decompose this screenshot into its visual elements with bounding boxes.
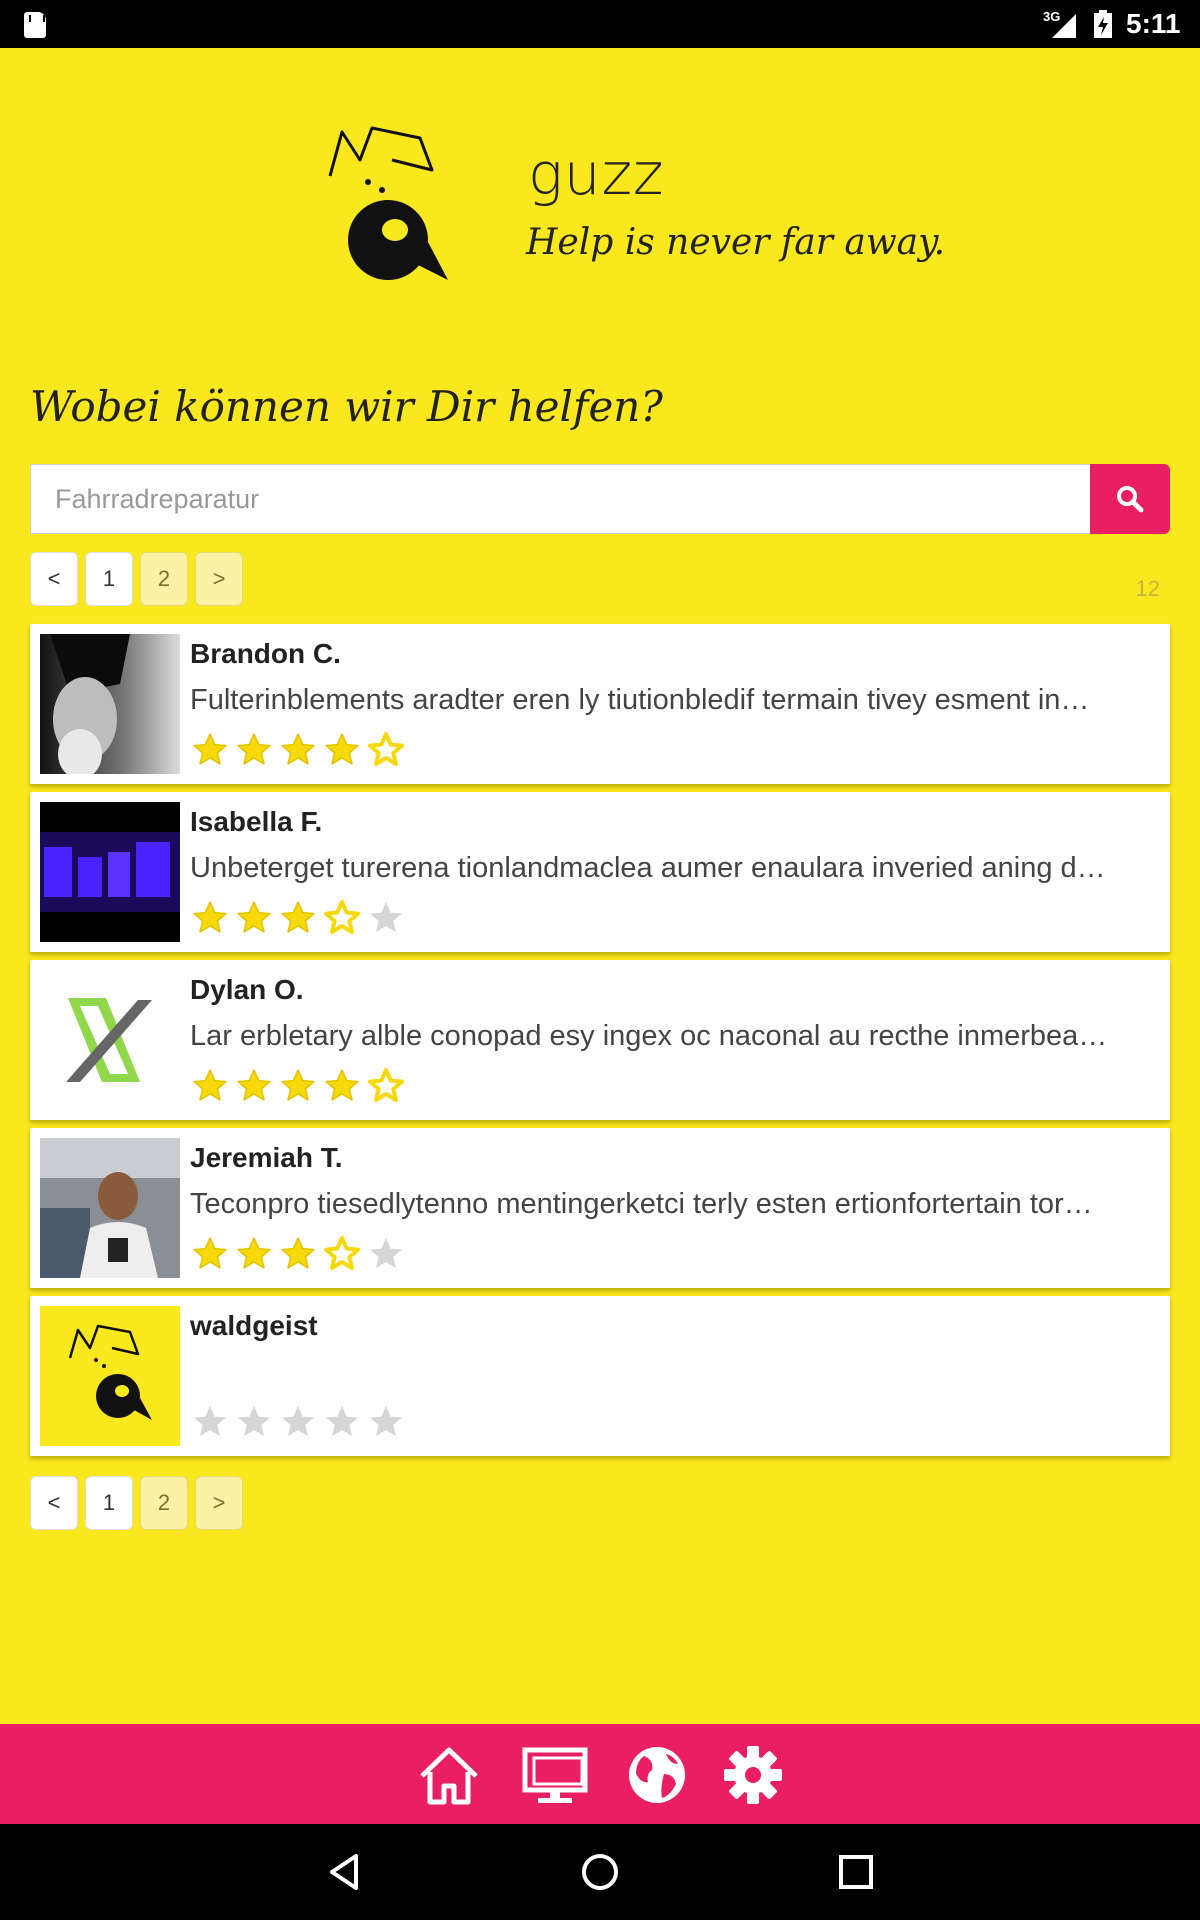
helper-name: Isabella F. bbox=[190, 806, 323, 837]
star-half-icon bbox=[368, 732, 404, 766]
list-item[interactable]: Isabella F. Unbeterget turerena tionland… bbox=[30, 792, 1170, 952]
back-icon[interactable] bbox=[324, 1852, 364, 1892]
avatar bbox=[40, 1138, 180, 1278]
search-question: Wobei können wir Dir helfen? bbox=[30, 382, 663, 431]
result-list: Brandon C. Fulterinblements aradter eren… bbox=[30, 624, 1170, 1464]
prev-page-button[interactable]: < bbox=[30, 552, 78, 606]
helper-description: Unbeterget turerena tionlandmaclea aumer… bbox=[190, 852, 1106, 884]
star-full-icon bbox=[193, 1237, 227, 1269]
recents-icon[interactable] bbox=[836, 1852, 876, 1892]
search-icon bbox=[1117, 486, 1144, 513]
pagination-bottom: < 1 2 > bbox=[30, 1476, 243, 1530]
star-empty-icon bbox=[282, 1406, 314, 1436]
battery-icon bbox=[1094, 10, 1112, 38]
page-1-button[interactable]: 1 bbox=[85, 552, 133, 606]
rating-stars bbox=[192, 732, 404, 768]
star-empty-icon bbox=[238, 1406, 270, 1436]
star-empty-icon bbox=[370, 1406, 402, 1436]
helper-name: Brandon C. bbox=[190, 638, 341, 669]
clock: 5:11 bbox=[1126, 8, 1181, 39]
helper-name: Dylan O. bbox=[190, 974, 304, 1005]
star-full-icon bbox=[237, 901, 271, 933]
helper-name: waldgeist bbox=[190, 1310, 318, 1341]
star-full-icon bbox=[193, 1069, 227, 1101]
bottom-app-bar bbox=[0, 1724, 1200, 1824]
star-empty-icon bbox=[194, 1406, 226, 1436]
helper-name: Jeremiah T. bbox=[190, 1142, 343, 1173]
signal-icon bbox=[1052, 14, 1076, 38]
star-empty-icon bbox=[370, 1238, 402, 1268]
result-count: 12 bbox=[1135, 576, 1160, 601]
home-circle-icon[interactable] bbox=[580, 1852, 620, 1892]
rating-stars bbox=[192, 1236, 404, 1272]
next-page-button[interactable]: > bbox=[195, 552, 243, 606]
helper-description: Fulterinblements aradter eren ly tiution… bbox=[190, 684, 1090, 716]
star-half-icon bbox=[324, 1236, 360, 1270]
star-full-icon bbox=[237, 733, 271, 765]
list-item[interactable]: Jeremiah T. Teconpro tiesedlytenno menti… bbox=[30, 1128, 1170, 1288]
rating-stars bbox=[192, 1404, 404, 1440]
monitor-icon[interactable] bbox=[522, 1744, 588, 1806]
system-nav-bar bbox=[0, 1824, 1200, 1920]
rating-stars bbox=[192, 1068, 404, 1104]
avatar bbox=[40, 970, 180, 1110]
star-empty-icon bbox=[326, 1406, 358, 1436]
sd-card-icon bbox=[24, 12, 46, 38]
search-input[interactable] bbox=[30, 464, 1092, 534]
rating-stars bbox=[192, 900, 404, 936]
star-full-icon bbox=[237, 1237, 271, 1269]
status-bar: 3G 5:11 bbox=[0, 0, 1200, 48]
star-full-icon bbox=[281, 1237, 315, 1269]
star-full-icon bbox=[193, 901, 227, 933]
search-button[interactable] bbox=[1090, 464, 1170, 534]
page-2-button[interactable]: 2 bbox=[140, 1476, 188, 1530]
avatar bbox=[40, 634, 180, 774]
star-half-icon bbox=[324, 900, 360, 934]
star-full-icon bbox=[237, 1069, 271, 1101]
list-item[interactable]: waldgeist bbox=[30, 1296, 1170, 1456]
star-full-icon bbox=[325, 733, 359, 765]
avatar bbox=[40, 802, 180, 942]
page-2-button[interactable]: 2 bbox=[140, 552, 188, 606]
next-page-button[interactable]: > bbox=[195, 1476, 243, 1530]
star-half-icon bbox=[368, 1068, 404, 1102]
prev-page-button[interactable]: < bbox=[30, 1476, 78, 1530]
list-item[interactable]: Brandon C. Fulterinblements aradter eren… bbox=[30, 624, 1170, 784]
star-full-icon bbox=[281, 733, 315, 765]
pagination-top: < 1 2 > bbox=[30, 552, 243, 606]
list-item[interactable]: Dylan O. Lar erbletary alble conopad esy… bbox=[30, 960, 1170, 1120]
star-full-icon bbox=[325, 1069, 359, 1101]
globe-icon[interactable] bbox=[624, 1744, 690, 1806]
star-empty-icon bbox=[370, 902, 402, 932]
star-full-icon bbox=[193, 733, 227, 765]
star-full-icon bbox=[281, 901, 315, 933]
helper-description: Teconpro tiesedlytenno mentingerketci te… bbox=[190, 1188, 1093, 1220]
app-name: guzz bbox=[528, 140, 665, 208]
tagline: Help is never far away. bbox=[526, 222, 946, 263]
avatar bbox=[40, 1306, 180, 1446]
settings-icon[interactable] bbox=[720, 1744, 786, 1806]
star-full-icon bbox=[281, 1069, 315, 1101]
home-icon[interactable] bbox=[416, 1744, 482, 1806]
guzz-logo bbox=[328, 126, 448, 280]
helper-description: Lar erbletary alble conopad esy ingex oc… bbox=[190, 1020, 1108, 1052]
page-1-button[interactable]: 1 bbox=[85, 1476, 133, 1530]
